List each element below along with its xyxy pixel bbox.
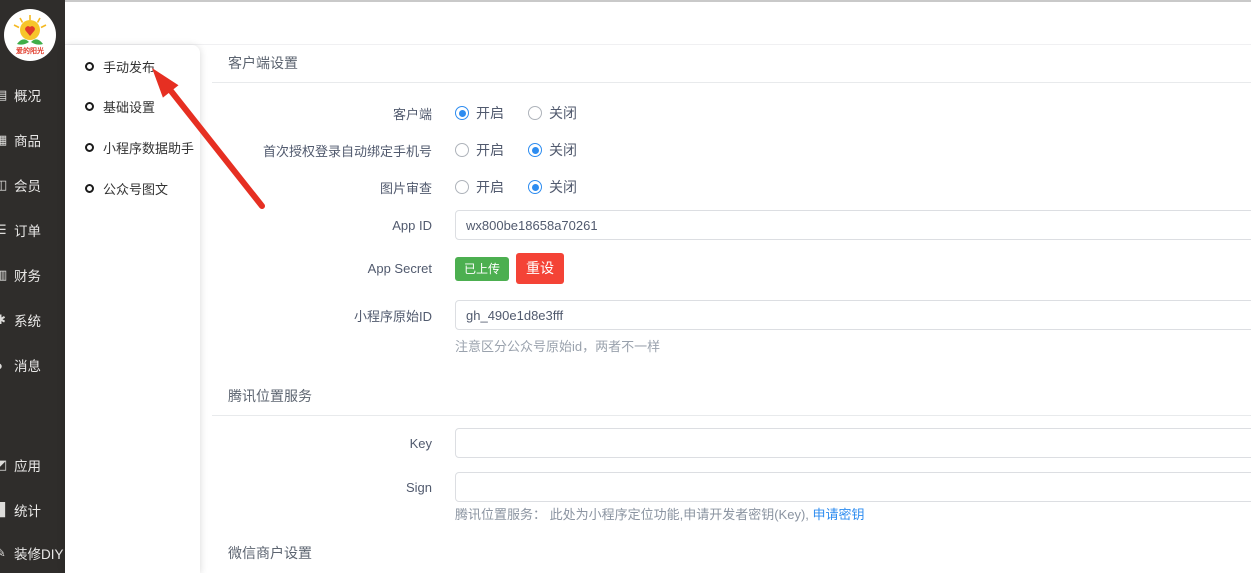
section-title-wechat-merchant: 微信商户设置 [228, 543, 312, 563]
apply-key-link[interactable]: 申请密钥 [813, 507, 865, 522]
circle-bullet-icon [85, 143, 94, 152]
sidebar-item-finance[interactable]: ▥ 财务 [0, 265, 65, 285]
location-sign-input[interactable] [455, 472, 1251, 502]
sidebar-item-label: 商品 [14, 130, 41, 150]
subnav-item-label: 小程序数据助手 [103, 138, 194, 157]
sidebar-item-label: 系统 [14, 310, 41, 330]
hint-text: 腾讯位置服务： 此处为小程序定位功能,申请开发者密钥(Key), [455, 507, 813, 522]
form-row-bind-phone: 首次授权登录自动绑定手机号 开启 关闭 [200, 139, 1251, 161]
field-label: 小程序原始ID [200, 306, 432, 325]
main-content: 客户端设置 客户端 开启 关闭 首次授权登录自动绑定手机号 开启 关闭 [200, 45, 1251, 573]
sidebar-item-label: 财务 [14, 265, 41, 285]
apps-icon: ◩ [0, 457, 9, 473]
sidebar-item-label: 订单 [14, 220, 41, 240]
form-row-client: 客户端 开启 关闭 [200, 102, 1251, 124]
circle-bullet-icon [85, 102, 94, 111]
sun-heart-logo-icon: 爱的阳光 [7, 12, 53, 58]
circle-bullet-icon [85, 62, 94, 71]
field-label: 图片审查 [200, 178, 432, 197]
reset-secret-button[interactable]: 重设 [516, 253, 564, 284]
radio-client-on[interactable]: 开启 [455, 103, 504, 123]
radio-label: 关闭 [549, 140, 577, 160]
subnav-item-manual-publish[interactable]: 手动发布 [65, 56, 200, 76]
radio-label: 开启 [476, 140, 504, 160]
sidebar-item-label: 装修DIY [14, 543, 64, 563]
subnav-item-official-articles[interactable]: 公众号图文 [65, 178, 200, 198]
sidebar-item-overview[interactable]: ▤ 概况 [0, 85, 65, 105]
form-row-key: Key [200, 428, 1251, 458]
sidebar-item-label: 概况 [14, 85, 41, 105]
radio-unchecked-icon[interactable] [455, 180, 469, 194]
field-label: App Secret [200, 261, 432, 276]
radio-checked-icon[interactable] [455, 106, 469, 120]
field-label: Sign [200, 480, 432, 495]
original-id-input[interactable] [455, 300, 1251, 330]
radio-unchecked-icon[interactable] [455, 143, 469, 157]
form-row-sign: Sign [200, 472, 1251, 502]
finance-icon: ▥ [0, 267, 9, 283]
radio-checked-icon[interactable] [528, 143, 542, 157]
subnav-item-label: 公众号图文 [103, 179, 168, 198]
app-id-input[interactable] [455, 210, 1251, 240]
form-row-app-id: App ID [200, 210, 1251, 240]
circle-bullet-icon [85, 184, 94, 193]
original-id-hint: 注意区分公众号原始id，两者不一样 [455, 336, 660, 355]
radio-checked-icon[interactable] [528, 180, 542, 194]
diy-icon: ✎ [0, 545, 9, 561]
field-label: 首次授权登录自动绑定手机号 [200, 141, 432, 160]
sidebar-item-orders[interactable]: ☰ 订单 [0, 220, 65, 240]
field-label: Key [200, 436, 432, 451]
location-service-hint: 腾讯位置服务： 此处为小程序定位功能,申请开发者密钥(Key), 申请密钥 [455, 504, 865, 523]
orders-icon: ☰ [0, 222, 9, 238]
sidebar-item-label: 统计 [14, 500, 41, 520]
section-divider [212, 415, 1251, 416]
radio-label: 关闭 [549, 103, 577, 123]
subnav-item-basic-settings[interactable]: 基础设置 [65, 96, 200, 116]
subnav-item-label: 基础设置 [103, 97, 155, 116]
message-icon: ● [0, 358, 9, 373]
sidebar-item-members[interactable]: ◫ 会员 [0, 175, 65, 195]
dashboard-icon: ▤ [0, 87, 9, 103]
radio-bind-phone-on[interactable]: 开启 [455, 140, 504, 160]
radio-image-review-off[interactable]: 关闭 [528, 177, 577, 197]
sidebar-item-diy[interactable]: ✎ 装修DIY [0, 543, 65, 563]
stats-icon: ▟ [0, 502, 9, 518]
system-icon: ✱ [0, 312, 9, 328]
sidebar-item-stats[interactable]: ▟ 统计 [0, 500, 65, 520]
radio-bind-phone-off[interactable]: 关闭 [528, 140, 577, 160]
brand-logo[interactable]: 爱的阳光 [4, 9, 56, 61]
radio-label: 关闭 [549, 177, 577, 197]
sidebar-item-apps[interactable]: ◩ 应用 [0, 455, 65, 475]
secondary-sidebar: 手动发布 基础设置 小程序数据助手 公众号图文 [65, 45, 200, 573]
sidebar-item-label: 应用 [14, 455, 41, 475]
uploaded-status-badge: 已上传 [455, 257, 509, 281]
section-divider [212, 82, 1251, 83]
form-row-image-review: 图片审查 开启 关闭 [200, 176, 1251, 198]
section-title-tencent-location: 腾讯位置服务 [228, 386, 312, 406]
goods-icon: ▦ [0, 132, 9, 148]
section-title-client-settings: 客户端设置 [228, 53, 298, 73]
radio-unchecked-icon[interactable] [528, 106, 542, 120]
primary-sidebar: 爱的阳光 ▤ 概况 ▦ 商品 ◫ 会员 ☰ 订单 ▥ 财务 ✱ 系统 ● 消息 … [0, 0, 65, 573]
radio-label: 开启 [476, 103, 504, 123]
sidebar-item-label: 消息 [14, 355, 41, 375]
form-row-app-secret: App Secret 已上传 重设 [200, 253, 1251, 284]
field-label: App ID [200, 218, 432, 233]
sidebar-item-system[interactable]: ✱ 系统 [0, 310, 65, 330]
sidebar-item-messages[interactable]: ● 消息 [0, 355, 65, 375]
radio-label: 开启 [476, 177, 504, 197]
sidebar-item-goods[interactable]: ▦ 商品 [0, 130, 65, 150]
location-key-input[interactable] [455, 428, 1251, 458]
field-label: 客户端 [200, 104, 432, 123]
radio-client-off[interactable]: 关闭 [528, 103, 577, 123]
logo-text: 爱的阳光 [16, 46, 44, 55]
members-icon: ◫ [0, 177, 9, 193]
subnav-item-label: 手动发布 [103, 57, 155, 76]
form-row-original-id: 小程序原始ID [200, 300, 1251, 330]
sidebar-item-label: 会员 [14, 175, 41, 195]
radio-image-review-on[interactable]: 开启 [455, 177, 504, 197]
subnav-item-miniprogram-assistant[interactable]: 小程序数据助手 [65, 137, 200, 157]
top-header-bar [65, 0, 1251, 45]
